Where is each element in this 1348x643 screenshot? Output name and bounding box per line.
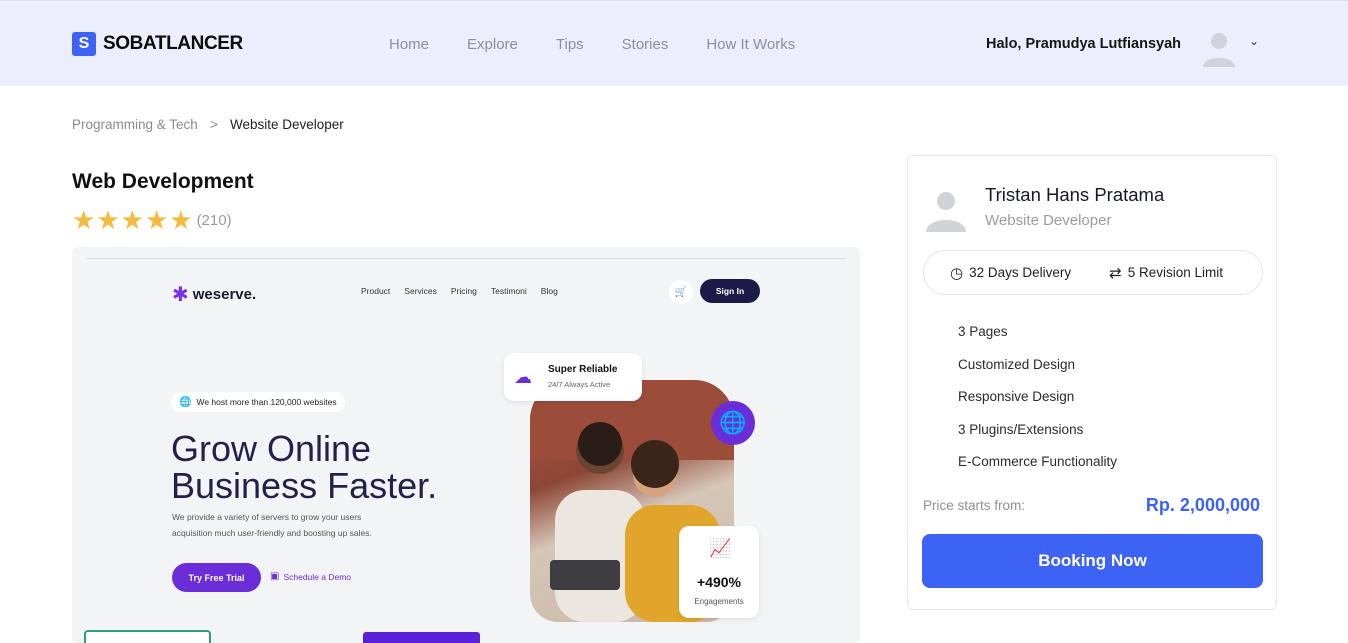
preview-brand: weserve. — [192, 286, 257, 303]
preview-nav-item: Product — [361, 286, 391, 296]
thumbnail[interactable] — [363, 632, 480, 643]
site-logo[interactable]: S SOBATLANCER — [72, 32, 243, 56]
preview-nav-item: Services — [404, 286, 437, 296]
engagement-label: Engagements — [694, 597, 744, 606]
engagement-badge: 📈 +490% Engagements — [679, 526, 759, 618]
page-title: Web Development — [72, 170, 254, 193]
repeat-icon: ⇄ — [1109, 264, 1122, 282]
preview-nav-item: Pricing — [450, 286, 477, 296]
preview-demo-link: ▣ Schedule a Demo — [270, 571, 351, 582]
calendar-icon: ▣ — [270, 571, 280, 582]
preview-hero-line1: Grow Online — [171, 428, 372, 469]
seller-name[interactable]: Tristan Hans Pratama — [985, 184, 1164, 206]
preview-demo-text: Schedule a Demo — [283, 571, 352, 582]
asterisk-logo-icon: ✱ — [172, 284, 189, 306]
preview-pill-text: We host more than 120,000 websites — [196, 397, 337, 407]
booking-now-button[interactable]: Booking Now — [922, 534, 1263, 588]
price-value: Rp. 2,000,000 — [1145, 495, 1260, 515]
feature-item: Customized Design — [958, 356, 1076, 372]
preview-nav: Product Services Pricing Testimoni Blog — [361, 286, 572, 296]
feature-list: 3 Pages Customized Design Responsive Des… — [958, 324, 1117, 487]
preview-desc-line1: We provide a variety of servers to grow … — [172, 512, 362, 522]
preview-nav-item: Blog — [540, 286, 558, 296]
nav-how-it-works[interactable]: How It Works — [706, 36, 795, 53]
logo-mark: S — [72, 32, 96, 56]
breadcrumb-parent[interactable]: Programming & Tech — [72, 117, 198, 132]
breadcrumb-current: Website Developer — [230, 116, 344, 132]
clock-icon: ◷ — [950, 264, 964, 282]
thumbnail-selected[interactable] — [84, 630, 211, 643]
booking-card: Tristan Hans Pratama Website Developer ◷… — [907, 155, 1277, 610]
top-header: S SOBATLANCER Home Explore Tips Stories … — [0, 0, 1348, 86]
revision-text: 5 Revision Limit — [1127, 265, 1224, 280]
user-avatar-icon[interactable] — [1201, 29, 1237, 67]
chevron-down-icon[interactable]: ⌄ — [1249, 34, 1259, 48]
preview-try-button: Try Free Trial — [172, 563, 261, 592]
preview-logo: ✱ weserve. — [172, 282, 256, 307]
reliable-subtitle: 24/7 Always Active — [548, 380, 611, 389]
star-icon: ★ — [144, 205, 169, 235]
chevron-right-icon: > — [209, 116, 218, 132]
cart-icon: 🛒 — [669, 280, 693, 304]
reliable-title: Super Reliable — [548, 364, 618, 375]
feature-item: 3 Pages — [958, 324, 1008, 339]
nav-stories[interactable]: Stories — [622, 36, 669, 53]
preview-pill: 🌐 We host more than 120,000 websites — [171, 392, 345, 412]
star-icon: ★ — [120, 205, 144, 235]
logo-text: SOBATLANCER — [103, 33, 243, 54]
star-icon: ★ — [72, 205, 96, 235]
rating-count: (210) — [196, 211, 232, 229]
seller-avatar-icon — [926, 192, 966, 232]
preview-desc-line2: acquisition much user-friendly and boost… — [172, 528, 372, 538]
preview-hero-line2: Business Faster. — [171, 465, 438, 506]
gig-preview-image[interactable]: ✱ weserve. Product Services Pricing Test… — [72, 247, 860, 643]
delivery-info: ◷ 32 Days Delivery ⇄ 5 Revision Limit — [923, 250, 1263, 295]
engagement-value: +490% — [697, 574, 741, 590]
nav-home[interactable]: Home — [389, 36, 429, 53]
main-nav: Home Explore Tips Stories How It Works — [389, 36, 833, 53]
seller-role: Website Developer — [985, 212, 1112, 229]
star-icon: ★ — [169, 205, 193, 235]
nav-explore[interactable]: Explore — [467, 36, 518, 53]
preview-nav-item: Testimoni — [490, 286, 527, 296]
cloud-check-icon: ☁ — [514, 367, 532, 387]
feature-item: Responsive Design — [958, 389, 1075, 404]
chart-up-icon: 📈 — [709, 538, 732, 558]
breadcrumb: Programming & Tech > Website Developer — [72, 116, 344, 132]
feature-item: E-Commerce Functionality — [958, 454, 1118, 469]
revision-limit: ⇄ 5 Revision Limit — [1109, 264, 1223, 282]
globe-icon: 🌐 — [179, 396, 192, 408]
delivery-text: 32 Days Delivery — [969, 265, 1072, 280]
nav-tips[interactable]: Tips — [556, 36, 584, 53]
feature-item: 3 Plugins/Extensions — [958, 421, 1084, 437]
reliable-badge: ☁ Super Reliable 24/7 Always Active — [504, 353, 642, 401]
globe-icon: 🌐 — [711, 401, 755, 445]
preview-sign-in: Sign In — [700, 279, 760, 303]
star-icon: ★ — [96, 205, 120, 235]
price-label: Price starts from: — [923, 498, 1026, 513]
delivery-time: ◷ 32 Days Delivery — [950, 264, 1071, 282]
preview-divider — [87, 258, 845, 259]
rating: ★ ★ ★ ★ ★ (210) — [72, 207, 232, 233]
user-greeting: Halo, Pramudya Lutfiansyah — [986, 36, 1181, 52]
